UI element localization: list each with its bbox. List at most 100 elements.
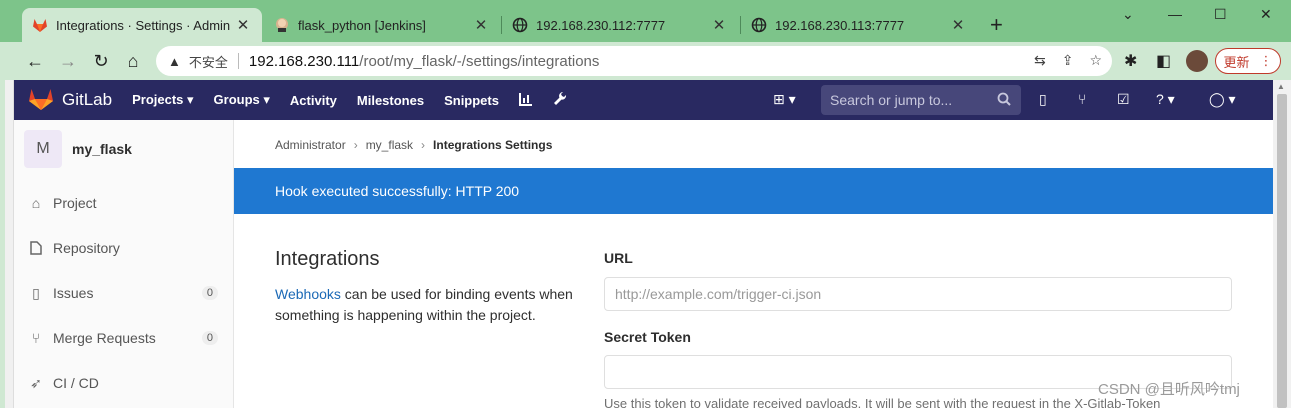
sidebar-item-label: Project (53, 195, 97, 211)
close-icon[interactable]: ✕ (472, 16, 490, 34)
wrench-icon[interactable] (553, 91, 567, 110)
issues-shortcut-icon[interactable]: ▯ (1039, 91, 1047, 108)
section-description: Webhooks can be used for binding events … (275, 284, 585, 326)
close-window-icon[interactable]: ✕ (1260, 6, 1272, 23)
nav-groups[interactable]: Groups (214, 92, 270, 108)
secret-token-label: Secret Token (604, 329, 691, 345)
url-input[interactable] (604, 277, 1232, 311)
browser-toolbar: ← → ↻ ⌂ ▲ 不安全 192.168.230.111/root/my_fl… (0, 42, 1291, 80)
warning-icon: ▲ (168, 53, 181, 69)
jenkins-favicon-icon (274, 17, 290, 33)
close-icon[interactable]: ✕ (949, 16, 967, 34)
close-icon[interactable]: ✕ (710, 16, 728, 34)
url-path: /root/my_flask/-/settings/integrations (359, 52, 600, 70)
tab-title: Integrations · Settings · Admin (56, 17, 231, 33)
home-icon[interactable]: ⌂ (122, 50, 144, 72)
main-nav: Projects Groups Activity Milestones Snip… (132, 91, 567, 110)
forward-arrow-icon[interactable]: → (57, 50, 79, 72)
gitlab-home-link[interactable]: GitLab (28, 87, 132, 114)
profile-avatar[interactable] (1186, 50, 1208, 72)
address-divider (237, 53, 239, 69)
sidebar-item-merge-requests[interactable]: ⑂ Merge Requests 0 (14, 323, 234, 353)
nav-projects[interactable]: Projects (132, 92, 193, 108)
gitlab-logo-icon (28, 87, 54, 114)
minimize-icon[interactable]: — (1168, 6, 1182, 22)
security-label: 不安全 (188, 54, 228, 70)
todos-icon[interactable]: ☑ (1117, 91, 1130, 108)
home-icon: ⌂ (31, 195, 41, 211)
user-avatar-icon[interactable]: ◯ ▾ (1209, 91, 1236, 108)
update-label: 更新 (1223, 54, 1250, 70)
gitlab-favicon-icon (32, 17, 48, 33)
address-actions: ⇆ ⇪ ☆ (1034, 52, 1102, 69)
breadcrumb: Administrator › my_flask › Integrations … (275, 138, 552, 152)
sidebar-item-issues[interactable]: ▯ Issues 0 (14, 278, 234, 308)
sidebar-item-project[interactable]: ⌂ Project (14, 188, 234, 218)
chevron-right-icon: › (421, 138, 426, 152)
breadcrumb-current[interactable]: Integrations Settings (433, 138, 552, 152)
window-edge-inner (5, 80, 14, 408)
help-icon[interactable]: ? ▾ (1156, 91, 1175, 108)
update-button[interactable]: 更新 ⋮ (1215, 48, 1281, 74)
project-sidebar: M my_flask ⌂ Project Repository ▯ Issues… (14, 120, 234, 408)
tab-search-icon[interactable]: ⌄ (1122, 6, 1134, 23)
project-header[interactable]: M my_flask (24, 130, 132, 168)
address-bar[interactable]: ▲ 不安全 192.168.230.111/root/my_flask/-/se… (156, 46, 1112, 76)
tab-title: flask_python [Jenkins] (298, 17, 426, 33)
bookmark-star-icon[interactable]: ☆ (1089, 52, 1102, 69)
section-title: Integrations (275, 248, 380, 270)
tab-jenkins[interactable]: flask_python [Jenkins] ✕ (264, 8, 500, 42)
project-name: my_flask (72, 141, 132, 157)
merge-requests-count-badge: 0 (201, 331, 218, 345)
maximize-icon[interactable]: ☐ (1214, 6, 1227, 23)
sidebar-item-label: Repository (53, 240, 120, 256)
url-host: 192.168.230.111 (248, 52, 360, 70)
search-placeholder: Search or jump to... (830, 92, 953, 108)
nav-activity[interactable]: Activity (290, 93, 337, 108)
sidebar-item-label: Issues (53, 285, 94, 301)
url-label: URL (604, 250, 633, 266)
extensions-puzzle-icon[interactable]: ✱ (1124, 51, 1137, 71)
chart-icon[interactable] (518, 92, 533, 109)
chevron-right-icon: › (353, 138, 358, 152)
doc-icon (28, 241, 44, 255)
new-item-plus-icon[interactable]: ⊞ ▾ (773, 91, 796, 108)
scroll-up-arrow-icon[interactable]: ▲ (1277, 82, 1285, 91)
side-panel-icon[interactable]: ◧ (1156, 51, 1171, 71)
search-input[interactable]: Search or jump to... (821, 85, 1021, 115)
close-icon[interactable]: ✕ (234, 16, 252, 34)
scroll-thumb[interactable] (1277, 94, 1287, 408)
sidebar-item-label: Merge Requests (53, 330, 156, 346)
share-icon[interactable]: ⇪ (1062, 52, 1074, 69)
sidebar-item-ci-cd[interactable]: ➶ CI / CD (14, 368, 234, 398)
merge-request-icon: ⑂ (31, 330, 41, 346)
translate-icon[interactable]: ⇆ (1034, 52, 1046, 69)
new-tab-button[interactable]: + (990, 14, 1003, 36)
rocket-icon: ➶ (30, 374, 42, 391)
tab-host-112[interactable]: 192.168.230.112:7777 ✕ (502, 8, 738, 42)
browser-tab-strip: Integrations · Settings · Admin ✕ flask_… (0, 0, 1291, 42)
tab-title: 192.168.230.113:7777 (775, 17, 905, 33)
gitlab-header: GitLab Projects Groups Activity Mileston… (14, 80, 1273, 120)
back-arrow-icon[interactable]: ← (24, 50, 46, 72)
issues-count-badge: 0 (201, 286, 218, 300)
nav-milestones[interactable]: Milestones (357, 93, 424, 108)
url-text: 192.168.230.111/root/my_flask/-/settings… (249, 53, 600, 70)
breadcrumb-administrator[interactable]: Administrator (275, 138, 346, 152)
page-scrollbar[interactable]: ▲ (1273, 80, 1291, 408)
brand-name: GitLab (62, 90, 113, 109)
flash-text: Hook executed successfully: HTTP 200 (275, 183, 520, 199)
breadcrumb-project[interactable]: my_flask (366, 138, 413, 152)
reload-icon[interactable]: ↻ (90, 50, 112, 72)
tab-host-113[interactable]: 192.168.230.113:7777 ✕ (741, 8, 977, 42)
tab-integrations[interactable]: Integrations · Settings · Admin ✕ (22, 8, 262, 42)
globe-icon (751, 17, 767, 33)
webhooks-link[interactable]: Webhooks (275, 286, 341, 302)
more-menu-icon: ⋮ (1259, 53, 1273, 68)
flash-notice: Hook executed successfully: HTTP 200 (234, 168, 1273, 214)
secret-token-help: Use this token to validate received payl… (604, 396, 1161, 408)
sidebar-item-repository[interactable]: Repository (14, 233, 234, 263)
issues-icon: ▯ (32, 284, 40, 301)
nav-snippets[interactable]: Snippets (444, 93, 499, 108)
merge-requests-shortcut-icon[interactable]: ⑂ (1078, 91, 1086, 107)
